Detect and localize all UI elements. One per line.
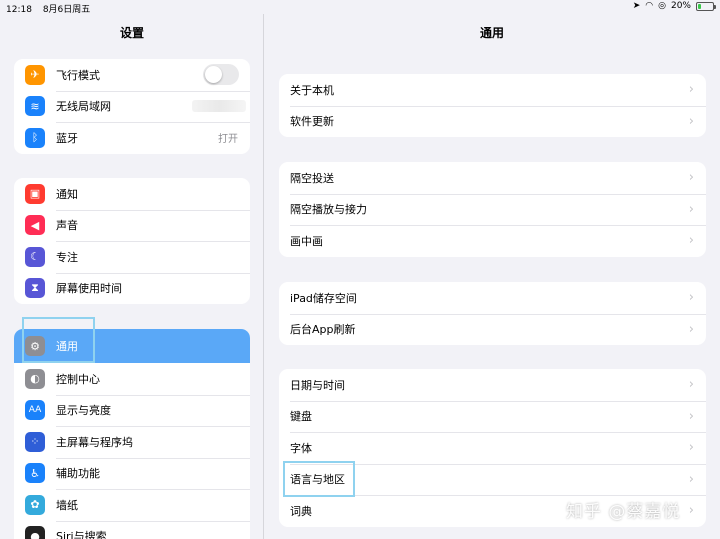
page-title: 通用 xyxy=(479,26,504,40)
chevron-right-icon: › xyxy=(688,233,694,249)
list-item-label: iPad储存空间 xyxy=(290,291,357,305)
chevron-right-icon: › xyxy=(688,440,694,456)
chevron-right-icon: › xyxy=(688,321,694,337)
list-item-airplay[interactable]: 隔空播放与接力 › xyxy=(279,193,706,226)
sidebar-item-screen-time[interactable]: ⧗ 屏幕使用时间 xyxy=(14,272,250,305)
bluetooth-icon: ᛒ xyxy=(25,127,45,148)
section-about: 关于本机 › 软件更新 › xyxy=(279,74,706,137)
watermark: 知乎 @蔡嘉悦 xyxy=(566,502,681,522)
list-item-label: 日期与时间 xyxy=(290,378,345,392)
chevron-right-icon: › xyxy=(688,408,694,424)
airplane-icon: ✈ xyxy=(25,64,45,85)
sidebar-item-label: 显示与亮度 xyxy=(56,404,111,418)
sidebar-item-label: 声音 xyxy=(56,219,78,233)
hourglass-icon: ⧗ xyxy=(25,278,45,299)
list-item-label: 关于本机 xyxy=(290,83,334,97)
section-storage: iPad储存空间 › 后台App刷新 › xyxy=(279,282,706,345)
accessibility-icon: ♿ xyxy=(25,463,45,484)
list-item-label: 键盘 xyxy=(290,410,312,424)
chevron-right-icon: › xyxy=(688,471,694,487)
sidebar-group-notifications: ▣ 通知 ◀ 声音 ☾ 专注 ⧗ 屏幕使用时间 xyxy=(14,178,250,304)
annotation-highlight-general xyxy=(22,317,95,363)
sidebar-item-siri[interactable]: ● Siri与搜索 xyxy=(14,520,250,539)
sidebar-item-display[interactable]: AA 显示与亮度 xyxy=(14,394,250,427)
status-bar: 12:18 8月6日周五 ➤ ◠ ◎ 20% xyxy=(0,0,720,15)
sidebar-item-label: Siri与搜索 xyxy=(56,530,107,539)
list-item-about[interactable]: 关于本机 › xyxy=(279,74,706,106)
wallpaper-icon: ✿ xyxy=(25,494,45,515)
annotation-highlight-language xyxy=(283,461,355,497)
bluetooth-status-value: 打开 xyxy=(218,134,238,146)
sidebar-item-label: 无线局域网 xyxy=(56,100,111,114)
section-airdrop: 隔空投送 › 隔空播放与接力 › 画中画 › xyxy=(279,162,706,257)
text-size-icon: AA xyxy=(25,400,45,421)
sidebar-item-airplane-mode[interactable]: ✈ 飞行模式 xyxy=(14,59,250,91)
list-item-label: 隔空投送 xyxy=(290,171,334,185)
chevron-right-icon: › xyxy=(688,377,694,393)
chevron-right-icon: › xyxy=(688,201,694,217)
list-item-software-update[interactable]: 软件更新 › xyxy=(279,105,706,138)
list-item-label: 字体 xyxy=(290,441,312,455)
list-item-label: 软件更新 xyxy=(290,115,334,129)
sidebar-title: 设置 xyxy=(119,26,144,40)
toggles-icon: ◐ xyxy=(25,368,45,389)
wifi-icon: ≋ xyxy=(25,96,45,117)
chevron-right-icon: › xyxy=(688,503,694,519)
chevron-right-icon: › xyxy=(688,113,694,129)
sidebar-item-focus[interactable]: ☾ 专注 xyxy=(14,241,250,273)
list-item-label: 画中画 xyxy=(290,234,323,248)
sidebar-item-label: 屏幕使用时间 xyxy=(56,282,122,296)
sidebar-item-label: 蓝牙 xyxy=(56,131,78,145)
sidebar-item-label: 辅助功能 xyxy=(56,467,100,481)
sidebar-group-connectivity: ✈ 飞行模式 ≋ 无线局域网 ᛒ 蓝牙 打开 xyxy=(14,59,250,154)
chevron-right-icon: › xyxy=(688,170,694,186)
airplane-mode-toggle[interactable] xyxy=(203,64,239,86)
sidebar-item-label: 专注 xyxy=(56,250,78,264)
sidebar-item-control-center[interactable]: ◐ 控制中心 xyxy=(14,363,250,395)
sidebar-item-wifi[interactable]: ≋ 无线局域网 xyxy=(14,90,250,123)
sidebar-item-notifications[interactable]: ▣ 通知 xyxy=(14,178,250,210)
sidebar-item-home-screen[interactable]: ⁘ 主屏幕与程序坞 xyxy=(14,426,250,458)
moon-icon: ☾ xyxy=(25,246,45,267)
sidebar-item-wallpaper[interactable]: ✿ 墙纸 xyxy=(14,489,250,521)
sound-icon: ◀ xyxy=(25,215,45,236)
list-item-ipad-storage[interactable]: iPad储存空间 › xyxy=(279,282,706,314)
siri-icon: ● xyxy=(25,526,45,539)
location-icon: ➤ xyxy=(632,1,641,11)
wifi-status-icon: ◠ xyxy=(645,1,654,11)
sidebar-item-label: 主屏幕与程序坞 xyxy=(56,435,133,449)
lock-rotation-icon: ◎ xyxy=(658,1,666,11)
sidebar-item-label: 墙纸 xyxy=(56,498,78,512)
chevron-right-icon: › xyxy=(688,82,694,98)
wifi-network-value-blurred xyxy=(192,100,246,113)
battery-icon xyxy=(696,1,716,11)
list-item-label: 后台App刷新 xyxy=(290,323,356,337)
sidebar-item-accessibility[interactable]: ♿ 辅助功能 xyxy=(14,457,250,490)
list-item-picture-in-picture[interactable]: 画中画 › xyxy=(279,225,706,257)
list-item-date-time[interactable]: 日期与时间 › xyxy=(279,369,706,401)
list-item-keyboard[interactable]: 键盘 › xyxy=(279,400,706,433)
notification-icon: ▣ xyxy=(25,183,45,204)
list-item-label: 隔空播放与接力 xyxy=(290,203,367,217)
sidebar-item-label: 通知 xyxy=(56,187,78,201)
list-item-label: 词典 xyxy=(290,504,312,518)
list-item-airdrop[interactable]: 隔空投送 › xyxy=(279,162,706,194)
list-item-background-refresh[interactable]: 后台App刷新 › xyxy=(279,313,706,346)
sidebar-item-bluetooth[interactable]: ᛒ 蓝牙 打开 xyxy=(14,122,250,154)
sidebar: 设置 ✈ 飞行模式 ≋ 无线局域网 ᛒ 蓝牙 打开 ▣ 通知 ◀ 声音 ☾ 专注 xyxy=(0,14,264,539)
chevron-right-icon: › xyxy=(688,290,694,306)
battery-percent: 20% xyxy=(670,1,691,11)
list-item-fonts[interactable]: 字体 › xyxy=(279,432,706,464)
sidebar-item-label: 飞行模式 xyxy=(56,68,100,82)
toggle-knob xyxy=(205,66,222,84)
sidebar-item-sounds[interactable]: ◀ 声音 xyxy=(14,209,250,242)
home-grid-icon: ⁘ xyxy=(25,431,45,452)
sidebar-item-label: 控制中心 xyxy=(56,372,100,386)
